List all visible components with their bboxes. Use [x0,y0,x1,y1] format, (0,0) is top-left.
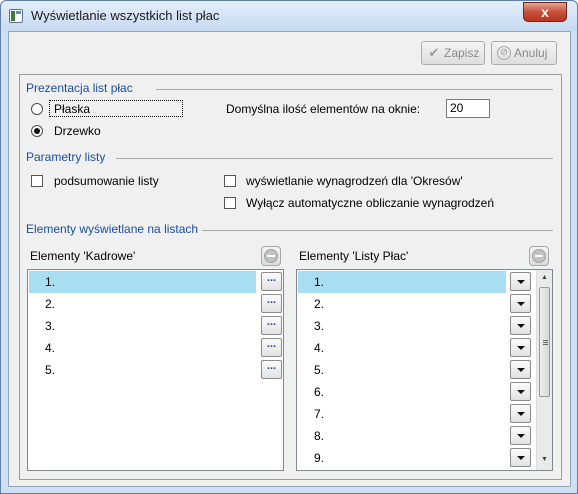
list-item[interactable]: 7. [298,403,506,425]
default-count-input[interactable]: 20 [446,99,490,118]
vertical-scrollbar[interactable]: ▲ ▼ [536,270,552,470]
title-bar[interactable]: Wyświetlanie wszystkich list płac x [1,1,577,31]
cancel-button[interactable]: ⊘ Anuluj [491,41,557,65]
element-dropdown-button[interactable] [510,426,531,445]
element-dropdown-button[interactable] [510,338,531,357]
browse-button[interactable]: ... [261,338,282,357]
dialog-client-area: ✔ Zapisz ⊘ Anuluj Prezentacja list płac … [8,31,571,487]
list-item[interactable]: 1. [298,271,506,293]
list-item[interactable]: 2. [298,293,506,315]
checkmark-icon: ✔ [428,45,440,60]
scroll-up-arrow-icon[interactable]: ▲ [537,271,552,285]
list-item[interactable]: 6. [298,381,506,403]
scroll-down-arrow-icon[interactable]: ▼ [537,453,552,467]
element-dropdown-button[interactable] [510,272,531,291]
list-item-number: 3. [45,319,56,333]
list-item[interactable]: 4. [29,337,256,359]
radio-tree[interactable] [31,125,43,137]
hr-elements-list[interactable]: 1. ... 2. ... 3. ... 4. ... 5. ... [27,269,284,471]
list-item[interactable]: 3. [29,315,256,337]
list-item[interactable]: 2. [29,293,256,315]
default-count-label: Domyślna ilość elementów na oknie: [226,102,421,116]
section-divider [116,158,553,159]
list-item-number: 1. [314,275,325,289]
summary-checkbox[interactable] [31,175,43,187]
list-item-number: 1. [45,275,56,289]
minus-circle-icon [532,249,546,263]
list-item-number: 2. [45,297,56,311]
element-dropdown-button[interactable] [510,448,531,467]
element-dropdown-button[interactable] [510,404,531,423]
browse-button[interactable]: ... [261,272,282,291]
list-item[interactable]: 5. [298,359,506,381]
minus-circle-icon [264,249,278,263]
list-item-number: 6. [314,385,325,399]
save-button-label: Zapisz [444,46,480,60]
remove-payroll-element-button[interactable] [529,246,549,266]
list-item-number: 5. [314,363,325,377]
scrollbar-thumb[interactable] [539,287,550,397]
auto-calc-label[interactable]: Wyłącz automatyczne obliczanie wynagrodz… [246,196,494,210]
periods-checkbox[interactable] [224,175,236,187]
element-dropdown-button[interactable] [510,360,531,379]
elements-section-title: Elementy wyświetlane na listach [26,222,199,236]
section-divider [202,230,553,231]
window-title: Wyświetlanie wszystkich list płac [31,8,220,23]
list-item[interactable]: 1. [29,271,256,293]
summary-label[interactable]: podsumowanie listy [54,174,159,188]
app-icon [9,9,23,23]
element-dropdown-button[interactable] [510,294,531,313]
element-dropdown-button[interactable] [510,316,531,335]
radio-tree-label[interactable]: Drzewko [54,124,101,138]
list-item-number: 4. [314,341,325,355]
cancel-circle-icon: ⊘ [497,46,511,60]
remove-hr-element-button[interactable] [261,246,281,266]
radio-flat[interactable] [31,103,43,115]
list-item[interactable]: 9. [298,447,506,469]
list-item-number: 4. [45,341,56,355]
parameters-section-title: Parametry listy [26,150,106,164]
save-button[interactable]: ✔ Zapisz [421,41,485,65]
auto-calc-checkbox[interactable] [224,197,236,209]
presentation-section-title: Prezentacja list płac [26,81,133,95]
grip-line [543,342,548,343]
element-dropdown-button[interactable] [510,382,531,401]
settings-panel: Prezentacja list płac Płaska Drzewko Dom… [19,74,562,480]
list-item-number: 2. [314,297,325,311]
periods-label[interactable]: wyświetlanie wynagrodzeń dla 'Okresów' [246,174,463,188]
list-item[interactable]: 5. [29,359,256,381]
list-item[interactable]: 8. [298,425,506,447]
browse-button[interactable]: ... [261,294,282,313]
browse-button[interactable]: ... [261,316,282,335]
browse-button[interactable]: ... [261,360,282,379]
grip-line [543,344,548,345]
list-item-number: 5. [45,363,56,377]
grip-line [543,340,548,341]
hr-list-title: Elementy 'Kadrowe' [30,249,136,263]
close-button[interactable]: x [523,2,567,22]
radio-flat-label[interactable]: Płaska [54,102,90,116]
list-item-number: 8. [314,429,325,443]
list-item-number: 3. [314,319,325,333]
list-item[interactable]: 3. [298,315,506,337]
list-item[interactable]: 4. [298,337,506,359]
cancel-button-label: Anuluj [514,46,548,60]
list-item-number: 7. [314,407,325,421]
dialog-window: Wyświetlanie wszystkich list płac x ✔ Za… [0,0,578,494]
payroll-elements-list[interactable]: 1. 2. 3. 4. 5. 6. 7. 8. 9. ▲ ▼ [296,269,553,471]
payroll-list-title: Elementy 'Listy Płac' [299,249,409,263]
section-divider [156,89,553,90]
list-item-number: 9. [314,451,325,465]
